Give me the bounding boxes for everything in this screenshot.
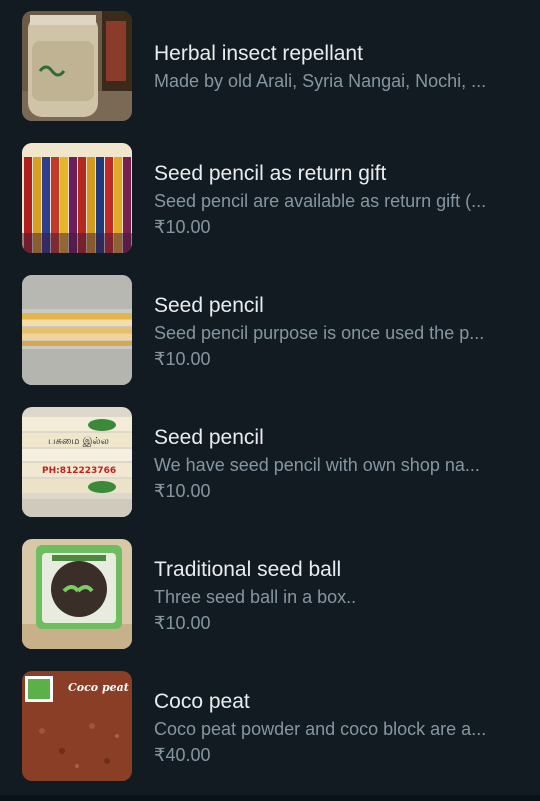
product-thumbnail[interactable] [22,539,132,649]
product-price: ₹10.00 [154,349,211,369]
product-item-coco-peat[interactable]: Coco peat Coco peat Coco peat powder and… [0,660,540,792]
product-description: Coco peat powder and coco block are a... [154,719,487,739]
product-thumbnail[interactable]: பசுமை இல்ல PH:812223766 [22,407,132,517]
product-title: Seed pencil [154,294,264,317]
seed-ball-box-image-icon [22,539,132,649]
product-description: Three seed ball in a box.. [154,587,357,607]
product-item-traditional-seed-ball[interactable]: Traditional seed ball Three seed ball in… [0,528,540,660]
coco-peat-label: Coco peat [68,681,129,694]
product-thumbnail[interactable] [22,11,132,121]
pencils-in-wrap-image-icon [22,275,132,385]
bottom-divider [0,795,540,801]
product-item-seed-pencil-shop-name[interactable]: பசுமை இல்ல PH:812223766 Seed pencil We h… [0,396,540,528]
coco-peat-image-icon: Coco peat [22,671,132,781]
product-item-seed-pencil[interactable]: Seed pencil Seed pencil purpose is once … [0,264,540,396]
pencil-print-phone: PH:812223766 [42,466,116,476]
product-item-herbal-insect-repellant[interactable]: Herbal insect repellant Made by old Aral… [0,0,540,132]
bottle-image-icon [22,11,132,121]
product-description: Made by old Arali, Syria Nangai, Nochi, … [154,71,487,91]
product-item-seed-pencil-return-gift[interactable]: Seed pencil as return gift Seed pencil a… [0,132,540,264]
printed-pencils-image-icon: பசுமை இல்ல PH:812223766 [22,407,132,517]
product-price: ₹10.00 [154,613,211,633]
colored-pencils-image-icon [22,143,132,253]
product-description: Seed pencil are available as return gift… [154,191,487,211]
product-title: Herbal insect repellant [154,42,363,65]
product-list: Herbal insect repellant Made by old Aral… [0,0,540,801]
product-price: ₹10.00 [154,481,211,501]
product-thumbnail[interactable] [22,275,132,385]
product-title: Seed pencil [154,426,264,449]
product-thumbnail[interactable] [22,143,132,253]
product-title: Coco peat [154,690,250,713]
product-title: Traditional seed ball [154,558,342,581]
pencil-print-text: பசுமை இல்ல [48,436,109,447]
product-price: ₹40.00 [154,745,211,765]
product-title: Seed pencil as return gift [154,162,387,185]
product-description: Seed pencil purpose is once used the p..… [154,323,485,343]
product-price: ₹10.00 [154,217,211,237]
product-description: We have seed pencil with own shop na... [154,455,480,475]
product-thumbnail[interactable]: Coco peat [22,671,132,781]
